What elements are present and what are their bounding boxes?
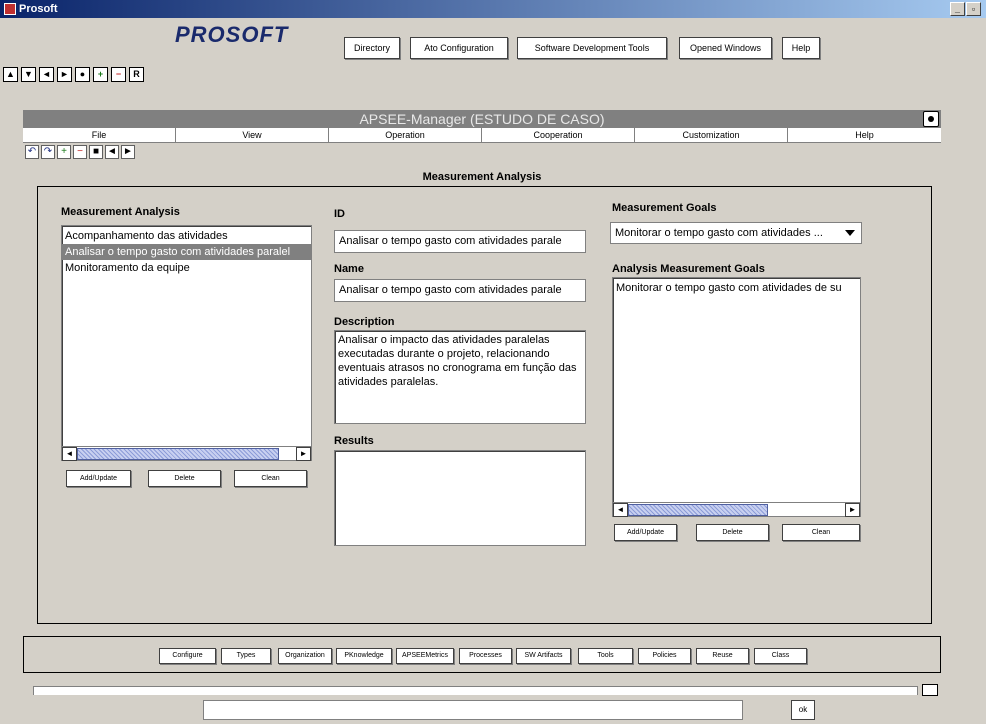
- results-textarea[interactable]: [334, 450, 586, 546]
- menu-file[interactable]: File: [23, 128, 176, 143]
- policies-button[interactable]: Policies: [638, 648, 691, 664]
- list-item[interactable]: Acompanhamento das atividades: [62, 228, 311, 244]
- help-button[interactable]: Help: [782, 37, 820, 59]
- measurement-goals-label: Measurement Goals: [612, 202, 717, 214]
- up-arrow-icon[interactable]: ▲: [3, 67, 18, 82]
- measurement-analysis-label: Measurement Analysis: [61, 206, 180, 218]
- measurement-analysis-list: Acompanhamento das atividades Analisar o…: [61, 225, 312, 461]
- processes-button[interactable]: Processes: [459, 648, 512, 664]
- organization-button[interactable]: Organization: [278, 648, 332, 664]
- scroll-left-icon[interactable]: ◄: [62, 447, 77, 461]
- command-input[interactable]: [203, 700, 743, 720]
- analysis-measurement-goals-label: Analysis Measurement Goals: [612, 263, 765, 275]
- app-icon: [4, 3, 16, 15]
- dot-icon[interactable]: ●: [75, 67, 90, 82]
- add-icon[interactable]: +: [57, 145, 71, 159]
- types-button[interactable]: Types: [221, 648, 271, 664]
- close-window-icon[interactable]: [923, 111, 939, 127]
- description-label: Description: [334, 316, 395, 328]
- clean-analysis-button[interactable]: Clean: [234, 470, 307, 487]
- menu-help[interactable]: Help: [788, 128, 941, 143]
- r-icon[interactable]: R: [129, 67, 144, 82]
- clean-goal-button[interactable]: Clean: [782, 524, 860, 541]
- left-arrow-icon[interactable]: ◄: [39, 67, 54, 82]
- app-title-bar: Prosoft: [0, 0, 986, 18]
- scroll-left-icon[interactable]: ◄: [613, 503, 628, 517]
- chevron-down-icon[interactable]: [845, 230, 855, 236]
- stop-icon[interactable]: ■: [89, 145, 103, 159]
- minus-icon[interactable]: −: [111, 67, 126, 82]
- tools-button[interactable]: Tools: [578, 648, 633, 664]
- software-development-tools-button[interactable]: Software Development Tools: [517, 37, 667, 59]
- maximize-button[interactable]: ▫: [966, 2, 981, 16]
- list-item[interactable]: Monitoramento da equipe: [62, 260, 311, 276]
- analysis-goals-list: Monitorar o tempo gasto com atividades d…: [612, 277, 861, 517]
- reuse-button[interactable]: Reuse: [696, 648, 749, 664]
- opened-windows-button[interactable]: Opened Windows: [679, 37, 772, 59]
- add-update-goal-button[interactable]: Add/Update: [614, 524, 677, 541]
- menu-operation[interactable]: Operation: [329, 128, 482, 143]
- id-label: ID: [334, 208, 345, 220]
- scroll-thumb[interactable]: [77, 448, 279, 460]
- configure-button[interactable]: Configure: [159, 648, 216, 664]
- forward-icon[interactable]: ►: [121, 145, 135, 159]
- goals-horizontal-scrollbar[interactable]: ◄ ►: [613, 502, 860, 517]
- resize-corner-icon[interactable]: [922, 684, 938, 696]
- status-field: [33, 686, 918, 695]
- name-label: Name: [334, 263, 364, 275]
- list-horizontal-scrollbar[interactable]: ◄ ►: [62, 446, 311, 461]
- delete-goal-button[interactable]: Delete: [696, 524, 769, 541]
- undo-icon[interactable]: ↶: [25, 145, 39, 159]
- name-field[interactable]: Analisar o tempo gasto com atividades pa…: [334, 279, 586, 302]
- measurement-goals-dropdown[interactable]: Monitorar o tempo gasto com atividades .…: [610, 222, 862, 244]
- menu-bar: File View Operation Cooperation Customiz…: [23, 128, 941, 143]
- down-arrow-icon[interactable]: ▼: [21, 67, 36, 82]
- scroll-right-icon[interactable]: ►: [296, 447, 311, 461]
- menu-view[interactable]: View: [176, 128, 329, 143]
- list-item-selected[interactable]: Analisar o tempo gasto com atividades pa…: [62, 244, 311, 260]
- prosoft-logo: PROSOFT: [175, 22, 289, 47]
- right-arrow-icon[interactable]: ►: [57, 67, 72, 82]
- menu-cooperation[interactable]: Cooperation: [482, 128, 635, 143]
- back-icon[interactable]: ◄: [105, 145, 119, 159]
- add-update-analysis-button[interactable]: Add/Update: [66, 470, 131, 487]
- sw-artifacts-button[interactable]: SW Artifacts: [516, 648, 571, 664]
- menu-customization[interactable]: Customization: [635, 128, 788, 143]
- internal-window-title: APSEE-Manager (ESTUDO DE CASO): [23, 110, 941, 128]
- ato-configuration-button[interactable]: Ato Configuration: [410, 37, 508, 59]
- apseemetrics-button[interactable]: APSEEMetrics: [396, 648, 454, 664]
- scroll-thumb[interactable]: [628, 504, 768, 516]
- list-item[interactable]: Monitorar o tempo gasto com atividades d…: [613, 280, 860, 296]
- section-title: Measurement Analysis: [422, 171, 542, 183]
- results-label: Results: [334, 435, 374, 447]
- class-button[interactable]: Class: [754, 648, 807, 664]
- description-textarea[interactable]: Analisar o impacto das atividades parale…: [334, 330, 586, 424]
- pknowledge-button[interactable]: PKnowledge: [336, 648, 392, 664]
- scroll-right-icon[interactable]: ►: [845, 503, 860, 517]
- measurement-goals-selected: Monitorar o tempo gasto com atividades .…: [615, 227, 823, 239]
- id-field[interactable]: Analisar o tempo gasto com atividades pa…: [334, 230, 586, 253]
- remove-icon[interactable]: −: [73, 145, 87, 159]
- ok-button[interactable]: ok: [791, 700, 815, 720]
- plus-icon[interactable]: +: [93, 67, 108, 82]
- directory-button[interactable]: Directory: [344, 37, 400, 59]
- minimize-button[interactable]: _: [950, 2, 965, 16]
- app-title: Prosoft: [19, 3, 58, 15]
- redo-icon[interactable]: ↷: [41, 145, 55, 159]
- delete-analysis-button[interactable]: Delete: [148, 470, 221, 487]
